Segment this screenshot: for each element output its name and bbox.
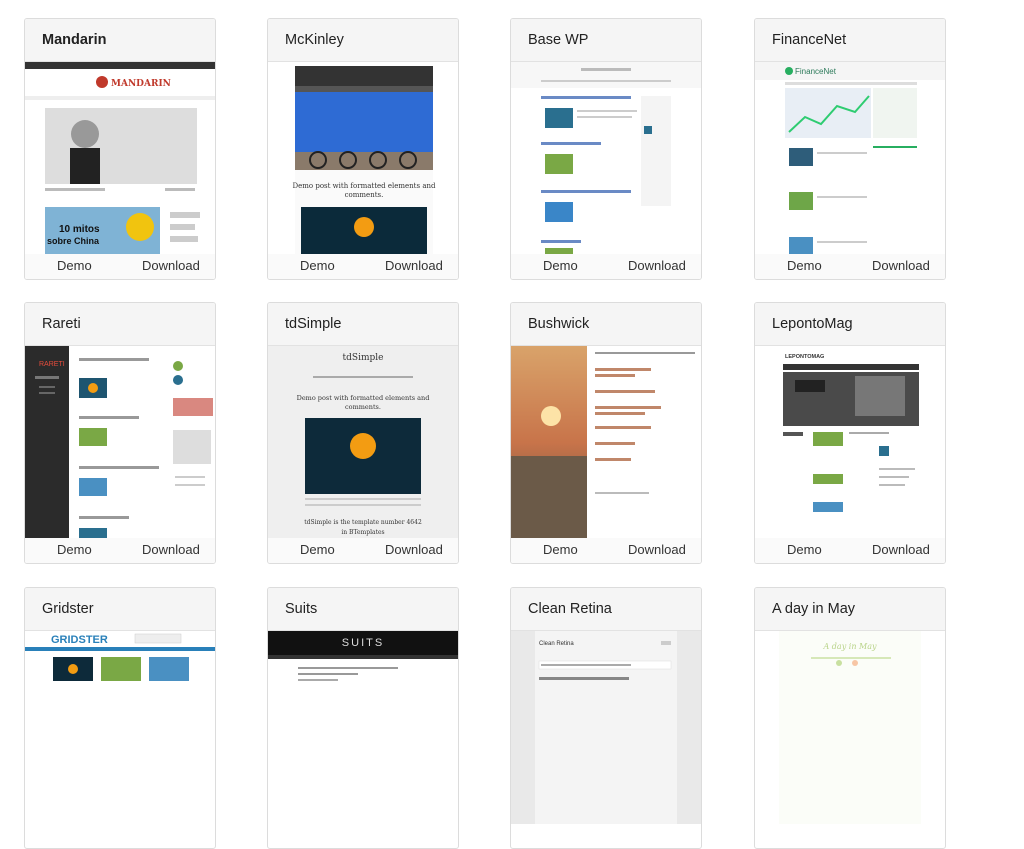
download-link[interactable]: Download: [385, 258, 443, 273]
theme-card-clean-retina: Clean Retina Clean Retina: [510, 587, 702, 849]
thumb-post-title-2: comments.: [345, 403, 381, 411]
demo-link[interactable]: Demo: [57, 258, 92, 273]
card-title: A day in May: [755, 588, 945, 631]
download-link[interactable]: Download: [872, 542, 930, 557]
card-title: FinanceNet: [755, 19, 945, 62]
theme-screenshot[interactable]: A day in May: [755, 631, 945, 824]
thumb-post-title-3: tdSimple is the template number 4642: [304, 519, 422, 526]
demo-link[interactable]: Demo: [543, 258, 578, 273]
thumb-post-title-2: comments.: [345, 191, 384, 199]
demo-link[interactable]: Demo: [300, 542, 335, 557]
card-title: Base WP: [511, 19, 701, 62]
demo-link[interactable]: Demo: [787, 258, 822, 273]
demo-link[interactable]: Demo: [300, 258, 335, 273]
theme-screenshot[interactable]: Clean Retina: [511, 631, 701, 824]
theme-screenshot[interactable]: GRIDSTER: [25, 631, 215, 824]
card-footer: Demo Download: [25, 538, 215, 563]
theme-card-financenet: FinanceNet FinanceNet Demo Download: [754, 18, 946, 280]
theme-screenshot[interactable]: [511, 346, 701, 539]
theme-card-base-wp: Base WP Demo Download: [510, 18, 702, 280]
thumb-headline-1: 10 mitos: [59, 224, 100, 235]
card-footer: Demo Download: [511, 254, 701, 279]
theme-screenshot[interactable]: MANDARIN 10 mitos sobre China: [25, 62, 215, 255]
theme-card-lepontomag: LepontoMag LEPONTOMAG Demo Download: [754, 302, 946, 564]
card-title: tdSimple: [268, 303, 458, 346]
thumb-logo-text: LEPONTOMAG: [785, 354, 824, 360]
theme-screenshot[interactable]: [511, 62, 701, 255]
thumb-logo-text: Clean Retina: [539, 641, 574, 647]
card-title: McKinley: [268, 19, 458, 62]
card-title: Mandarin: [25, 19, 215, 62]
thumb-blog-title: tdSimple: [343, 353, 384, 363]
download-link[interactable]: Download: [628, 542, 686, 557]
card-title: Rareti: [25, 303, 215, 346]
thumb-logo-text: A day in May: [822, 642, 876, 651]
demo-link[interactable]: Demo: [787, 542, 822, 557]
theme-card-suits: Suits SUITS: [267, 587, 459, 849]
theme-screenshot[interactable]: Demo post with formatted elements and co…: [268, 62, 458, 255]
thumb-logo-text: FinanceNet: [795, 67, 837, 76]
card-title: Clean Retina: [511, 588, 701, 631]
theme-screenshot[interactable]: SUITS: [268, 631, 458, 824]
theme-screenshot[interactable]: tdSimple Demo post with formatted elemen…: [268, 346, 458, 539]
download-link[interactable]: Download: [385, 542, 443, 557]
card-footer: Demo Download: [755, 254, 945, 279]
card-title: Suits: [268, 588, 458, 631]
theme-screenshot[interactable]: FinanceNet: [755, 62, 945, 255]
download-link[interactable]: Download: [628, 258, 686, 273]
theme-card-a-day-in-may: A day in May A day in May: [754, 587, 946, 849]
download-link[interactable]: Download: [872, 258, 930, 273]
thumb-logo-text: MANDARIN: [111, 79, 171, 89]
download-link[interactable]: Download: [142, 542, 200, 557]
demo-link[interactable]: Demo: [543, 542, 578, 557]
card-footer: Demo Download: [268, 538, 458, 563]
theme-screenshot[interactable]: LEPONTOMAG: [755, 346, 945, 539]
theme-card-rareti: Rareti RARETI Demo Download: [24, 302, 216, 564]
thumb-logo-text: SUITS: [342, 637, 384, 649]
card-footer: Demo Download: [755, 538, 945, 563]
card-footer: Demo Download: [25, 254, 215, 279]
theme-screenshot[interactable]: RARETI: [25, 346, 215, 539]
theme-card-mckinley: McKinley Demo post with formatted elemen…: [267, 18, 459, 280]
thumb-post-title-4: in BTemplates: [341, 529, 384, 536]
thumb-post-title-1: Demo post with formatted elements and: [293, 182, 436, 190]
card-title: Gridster: [25, 588, 215, 631]
theme-card-bushwick: Bushwick Demo Download: [510, 302, 702, 564]
card-footer: Demo Download: [268, 254, 458, 279]
thumb-headline-2: sobre China: [47, 236, 100, 246]
theme-card-gridster: Gridster GRIDSTER: [24, 587, 216, 849]
card-title: Bushwick: [511, 303, 701, 346]
theme-card-mandarin: Mandarin MANDARIN 10 mitos sobre China D…: [24, 18, 216, 280]
download-link[interactable]: Download: [142, 258, 200, 273]
thumb-logo-text: GRIDSTER: [51, 634, 108, 646]
card-title: LepontoMag: [755, 303, 945, 346]
card-footer: Demo Download: [511, 538, 701, 563]
thumb-post-title-1: Demo post with formatted elements and: [297, 394, 430, 402]
demo-link[interactable]: Demo: [57, 542, 92, 557]
thumb-logo-text: RARETI: [39, 361, 65, 368]
theme-card-tdsimple: tdSimple tdSimple Demo post with formatt…: [267, 302, 459, 564]
